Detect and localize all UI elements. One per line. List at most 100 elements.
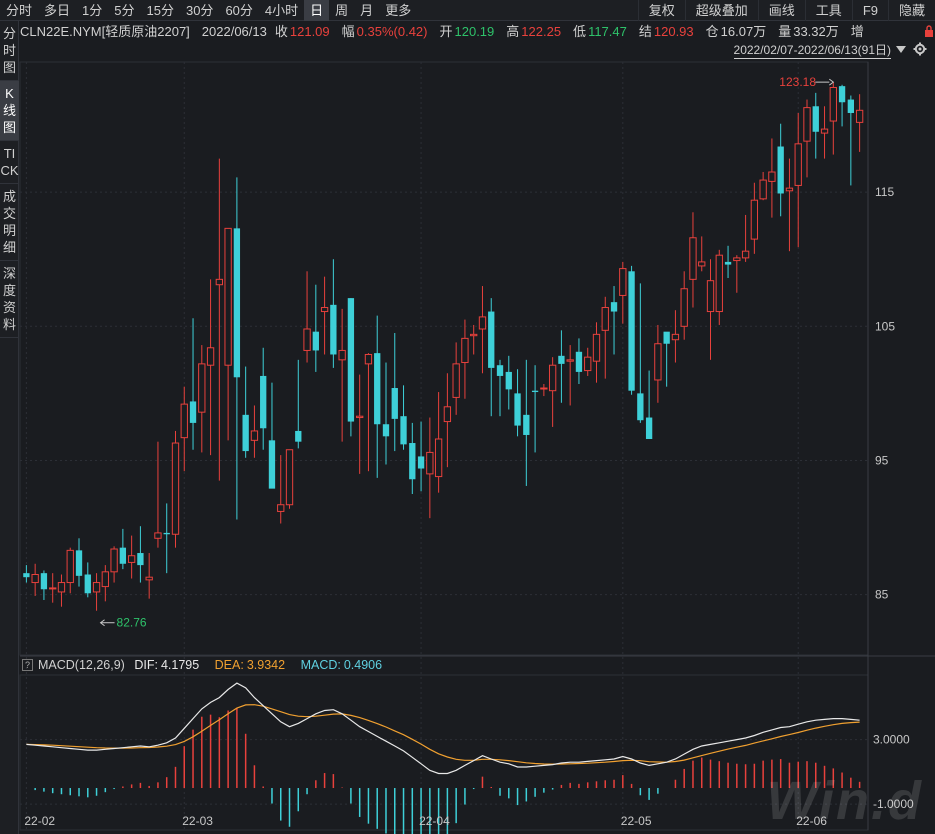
macd-tick-label: 3.0000 [873,733,910,747]
candle-body [847,99,855,113]
period-button[interactable]: 30分 [180,0,219,21]
macd-panel [19,674,869,831]
toolbar-button[interactable]: 复权 [637,0,685,21]
period-button[interactable]: 60分 [219,0,258,21]
candle-body [803,107,811,142]
candle-body [750,199,759,240]
candle-body [461,337,469,364]
period-button[interactable]: 5分 [108,0,140,21]
side-tab[interactable]: 成交明细 [0,184,19,261]
candle-body [171,442,180,535]
candle-body [233,228,241,378]
low-value: 117.47 [588,24,627,39]
period-button[interactable]: 15分 [141,0,180,21]
candle-body [364,353,373,365]
dea-line [26,704,860,765]
candle-body [496,365,504,376]
candle-body [417,456,425,469]
toolbar-button[interactable]: 工具 [804,0,852,21]
period-buttons: 分时 多日 1分 5分 15分 30分 60分 4小时日周月更多 [0,0,417,21]
high-label: 高 [506,24,520,39]
period-button[interactable]: 周 [329,0,354,21]
candle-body [277,504,285,512]
candle-body [505,371,512,390]
candle-body [163,532,170,535]
candle-body [49,587,57,590]
open-label: 开 [439,24,453,39]
candle-body [592,333,601,362]
lock-icon[interactable] [924,24,934,38]
price-panel [19,61,869,656]
period-button[interactable]: 日 [304,0,330,21]
close-value: 121.09 [289,24,330,39]
change-label: 幅 [341,24,355,39]
toolbar-right-buttons: 复权 超级叠加 画线 工具 F9 隐藏 [637,0,935,21]
candle-body [741,250,750,259]
candle-body [374,353,381,425]
gear-icon[interactable] [913,42,927,56]
period-button[interactable]: 4小时 [259,0,304,21]
candle-body [137,553,144,566]
toolbar-button[interactable]: F9 [851,0,888,21]
side-tab[interactable]: K线图 [0,81,19,141]
toolbar-button[interactable]: 超级叠加 [684,0,758,21]
candle-body [92,582,101,593]
candle-body [101,571,109,588]
macd-legend: MACD(12,26,9) DIF: 4.1795 DEA: 3.9342 MACD… [38,657,394,673]
candle-body [768,171,776,182]
candle-body [443,406,452,423]
toolbar-button[interactable]: 画线 [757,0,805,21]
candle-body [330,304,337,355]
candle-body [671,333,680,341]
min-arrow-head [99,619,105,627]
axis-labels: 85951051153.0000-1.000022-02 22-03 22-04 22… [24,75,914,828]
candle-body [619,268,627,296]
candle-body [663,331,670,344]
dif-label: DIF: 4.1795 [134,658,200,672]
price-tick-label: 85 [875,588,889,602]
candle-body [575,351,583,372]
candle-body [514,393,521,426]
candle-body [680,288,688,327]
date-range[interactable]: 2022/02/07-2022/06/13(91日) [733,42,891,59]
side-tab[interactable]: 分时图 [0,21,19,81]
candle-body [127,555,136,563]
period-button[interactable]: 1分 [76,0,108,21]
candle-body [540,387,548,390]
candle-body [470,333,478,337]
price-tick-label: 95 [875,453,889,467]
candle-body [338,349,346,361]
candle-body [558,355,565,364]
candle-body [23,573,30,578]
macd-value-label: MACD: 0.4906 [300,658,383,672]
candle-body [400,416,407,445]
candle-body [75,550,83,576]
dif-line [26,682,860,775]
change-value: 0.35%(0.42) [356,24,428,39]
period-button[interactable]: 更多 [379,0,417,21]
toolbar-button[interactable]: 隐藏 [887,0,935,21]
candle-body [31,574,39,584]
candle-body [715,254,723,313]
period-button[interactable]: 月 [354,0,379,21]
period-button[interactable]: 多日 [38,0,76,21]
kline-chart[interactable]: 85951051153.0000-1.000022-02 22-03 22-04 22… [0,0,935,834]
chevron-down-icon[interactable] [895,43,907,55]
candle-body [154,532,162,539]
help-icon[interactable]: ? [22,659,33,671]
candle-body [426,451,434,475]
open-interest-label: 仓 [705,24,719,39]
side-tab[interactable]: TICK [0,141,19,184]
price-tick-label: 105 [875,319,895,333]
candle-body [654,343,662,381]
price-tick-label: 115 [875,185,894,199]
increase-label: 增 [850,24,864,39]
candle-body [566,359,574,362]
date-tick-label: 22-04 [419,814,450,828]
period-button[interactable]: 分时 [0,0,38,21]
chart-grid [19,61,935,831]
max-arrow-head [829,78,835,86]
macd-lines [26,682,860,775]
side-tab[interactable]: 深度资料 [0,261,19,338]
open-interest-value: 16.07万 [720,24,767,39]
